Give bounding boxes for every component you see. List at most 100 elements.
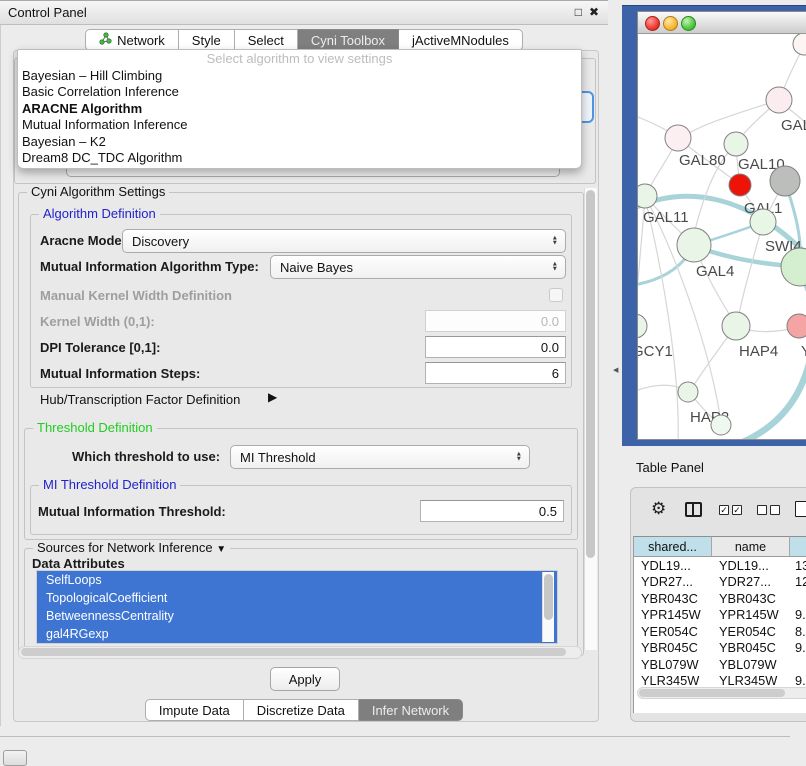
network-node[interactable] [711,415,731,435]
tab-discretize-data[interactable]: Discretize Data [244,699,359,721]
sources-title[interactable]: Sources for Network Inference ▼ [33,540,230,555]
network-window-titlebar[interactable] [638,12,806,34]
settings-hscrollbar[interactable] [18,646,582,659]
mini-panel-button[interactable] [3,750,27,766]
splitter-collapse-icon[interactable]: ◀ [613,366,618,374]
tab-impute-data[interactable]: Impute Data [145,699,244,721]
column-header-name[interactable]: name [712,536,790,557]
unchecked-checkbox-icon[interactable] [770,505,780,515]
close-window-icon[interactable]: ✖ [589,5,599,19]
network-node-gal[interactable] [766,87,792,113]
split-columns-icon[interactable] [685,502,702,517]
hub-definition-label[interactable]: Hub/Transcription Factor Definition [40,392,240,407]
network-node-gal4[interactable] [677,228,711,262]
checked-checkbox-icon[interactable]: ✓ [719,505,729,515]
combo-stepper-icon: ▲▼ [552,262,558,273]
tab-infer-network[interactable]: Infer Network [359,699,463,721]
network-node-hap4[interactable] [722,312,750,340]
gear-icon[interactable]: ⚙ [651,500,666,517]
network-node-gal10[interactable] [724,132,748,156]
table-row[interactable]: YBR045CYBR045C9. [634,640,806,657]
which-threshold-combo[interactable]: MI Threshold ▲▼ [230,445,530,469]
network-canvas[interactable]: GALGAL80GAL10GAL1SWI4GAL11GAL4GCY1HAP4YH… [638,34,806,439]
column-header-col2[interactable] [790,536,806,557]
mi-steps-label: Mutual Information Steps: [40,366,200,381]
table-hscrollbar[interactable] [637,687,806,699]
tab-style[interactable]: Style [179,29,235,51]
menu-item-mutual-information-inference[interactable]: Mutual Information Inference [18,117,581,133]
mi-type-combo[interactable]: Naive Bayes ▲▼ [270,255,566,279]
table-hscrollbar-thumb[interactable] [639,689,785,697]
network-node-swi4[interactable] [750,209,776,235]
unchecked-checkbox-icon[interactable] [757,505,767,515]
checked-checkbox-icon[interactable]: ✓ [732,505,742,515]
manual-kernel-label: Manual Kernel Width Definition [40,288,232,303]
table-row[interactable]: YDR27...YDR27...12 [634,574,806,591]
tab-label: Select [248,33,284,48]
kernel-width-field[interactable]: 0.0 [425,310,566,332]
menu-item-basic-correlation-inference[interactable]: Basic Correlation Inference [18,84,581,100]
network-node-hap2[interactable] [678,382,698,402]
settings-vscrollbar-thumb[interactable] [586,190,595,558]
control-panel-titlebar[interactable]: Control Panel □ ✖ [0,0,608,25]
menu-item-bayesian-hill-climbing[interactable]: Bayesian – Hill Climbing [18,68,581,84]
apply-button[interactable]: Apply [270,667,340,691]
network-node[interactable] [770,166,800,196]
mi-steps-field[interactable]: 6 [425,362,566,384]
algorithm-menu-placeholder: Select algorithm to view settings [18,50,581,68]
tab-jactivemnodules[interactable]: jActiveMNodules [399,29,523,51]
network-node-gal80[interactable] [665,125,691,151]
collapse-down-icon[interactable]: ▼ [216,544,226,555]
network-node-gal11[interactable] [638,184,657,208]
mi-threshold-field[interactable]: 0.5 [420,500,564,522]
table-row[interactable]: YBL079WYBL079W [634,656,806,673]
attributes-scrollbar[interactable] [542,572,554,642]
tab-network[interactable]: Network [85,29,179,51]
tab-label: Style [192,33,221,48]
tab-label: Discretize Data [257,703,345,718]
algorithm-definition-title: Algorithm Definition [39,206,160,221]
manual-kernel-checkbox[interactable] [549,288,563,302]
tab-cyni-toolbox[interactable]: Cyni Toolbox [298,29,399,51]
expand-right-icon[interactable]: ▶ [268,390,277,404]
kernel-width-label: Kernel Width (0,1): [40,314,155,329]
close-traffic-light-icon[interactable] [645,16,660,31]
bottom-divider [0,736,790,737]
network-node-gcy1[interactable] [638,314,647,338]
node-label-gal11: GAL11 [643,209,689,226]
table-cell: YBR045C [712,640,790,655]
dpi-tolerance-label: DPI Tolerance [0,1]: [40,340,160,355]
attribute-item-betweennesscentrality[interactable]: BetweennessCentrality [37,607,557,625]
table-cell: YDR27... [712,574,790,589]
float-window-icon[interactable]: □ [575,5,582,19]
table-row[interactable]: YPR145WYPR145W9. [634,607,806,624]
table-row[interactable]: YDL19...YDL19...13 [634,557,806,574]
minimize-traffic-light-icon[interactable] [663,16,678,31]
aracne-mode-combo[interactable]: Discovery ▲▼ [122,229,566,253]
attributes-scrollbar-thumb[interactable] [544,574,553,620]
top-tab-bar: Network Style Select Cyni ToolboxjActiveMNo… [0,29,608,51]
attribute-item-selfloops[interactable]: SelfLoops [37,571,557,589]
network-node-gal1[interactable] [729,174,751,196]
menu-item-dream8-dc-tdc-algorithm[interactable]: Dream8 DC_TDC Algorithm [18,150,581,166]
zoom-traffic-light-icon[interactable] [681,16,696,31]
network-edge [737,223,763,324]
menu-item-bayesian-k2[interactable]: Bayesian – K2 [18,134,581,150]
table-cell: YER054C [634,624,712,639]
aracne-mode-value: Discovery [132,234,189,249]
table-row[interactable]: YER054CYER054C8. [634,623,806,640]
network-node[interactable] [793,34,806,55]
dpi-tolerance-field[interactable]: 0.0 [425,336,566,358]
settings-hscrollbar-thumb[interactable] [21,648,566,656]
attribute-item-topologicalcoefficient[interactable]: TopologicalCoefficient [37,589,557,607]
settings-vscrollbar[interactable] [584,188,597,650]
table-cell: YLR345W [634,673,712,688]
network-node-y[interactable] [787,314,806,338]
attribute-item-gal4rgexp[interactable]: gal4RGexp [37,625,557,643]
column-header-shared[interactable]: shared... [634,536,712,557]
table-row[interactable]: YBR043CYBR043C [634,590,806,607]
table-cell: YER054C [712,624,790,639]
page-icon[interactable] [795,501,806,517]
tab-select[interactable]: Select [235,29,298,51]
menu-item-aracne-algorithm[interactable]: ARACNE Algorithm [18,101,581,117]
